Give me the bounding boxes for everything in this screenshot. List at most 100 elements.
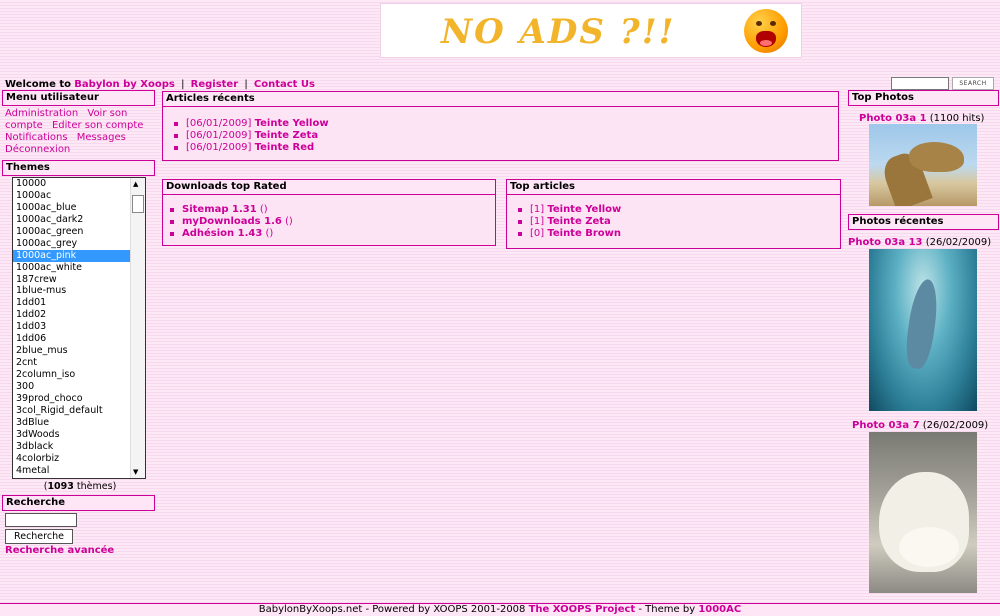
- theme-option[interactable]: 300: [13, 381, 145, 393]
- footer-powered: - Powered by XOOPS 2001-2008: [362, 604, 529, 615]
- search-input[interactable]: [5, 513, 77, 527]
- recent-articles-block: [06/01/2009] Teinte Yellow [06/01/2009] …: [162, 107, 839, 161]
- menu-editer-compte[interactable]: Editer son compte: [52, 120, 143, 131]
- list-item: Sitemap 1.31 (): [168, 204, 293, 216]
- themes-count-suffix: thèmes: [76, 481, 113, 492]
- search-button[interactable]: Recherche: [5, 529, 73, 544]
- camel-photo[interactable]: [869, 124, 977, 206]
- article-link[interactable]: Teinte Yellow: [547, 204, 621, 215]
- theme-option[interactable]: 39prod_choco: [13, 393, 145, 405]
- list-item: [1] Teinte Zeta: [516, 216, 621, 228]
- article-link[interactable]: Teinte Zeta: [255, 130, 318, 141]
- recent-articles-title: Articles récents: [162, 91, 839, 107]
- theme-option[interactable]: 2blue_mus: [13, 345, 145, 357]
- contact-link[interactable]: Contact Us: [254, 79, 315, 90]
- top-search-button[interactable]: SEARCH: [952, 77, 994, 90]
- theme-option[interactable]: 1000ac_grey: [13, 238, 145, 250]
- top-articles-title: Top articles: [506, 179, 841, 195]
- theme-author-link[interactable]: 1000AC: [698, 604, 741, 615]
- article-date: [06/01/2009]: [186, 118, 252, 129]
- site-link[interactable]: Babylon by Xoops: [74, 79, 175, 90]
- list-item: [0] Teinte Brown: [516, 228, 621, 240]
- theme-option[interactable]: 1000ac: [13, 190, 145, 202]
- welcome-bar: Welcome to Babylon by Xoops | Register |…: [5, 79, 316, 90]
- theme-option[interactable]: 1blue-mus: [13, 285, 145, 297]
- article-link[interactable]: Teinte Zeta: [547, 216, 610, 227]
- download-rating: (): [285, 216, 293, 227]
- themes-count: (1093 thèmes): [43, 481, 117, 492]
- photo-link[interactable]: Photo 03a 7: [852, 420, 920, 431]
- scroll-thumb[interactable]: [132, 195, 144, 213]
- themes-listbox[interactable]: 10000 1000ac 1000ac_blue 1000ac_dark2 1000ac…: [12, 177, 146, 479]
- download-link[interactable]: Sitemap 1.31: [182, 204, 257, 215]
- top-photos-title: Top Photos: [848, 90, 999, 106]
- user-menu: Administration Voir son compte Editer so…: [5, 108, 153, 156]
- theme-option[interactable]: 1000ac_pink: [13, 249, 145, 262]
- theme-option[interactable]: 2cnt: [13, 357, 145, 369]
- menu-messages[interactable]: Messages: [77, 132, 126, 143]
- banner-text: NO ADS ?!!: [441, 12, 676, 52]
- theme-option[interactable]: 1dd06: [13, 333, 145, 345]
- register-link[interactable]: Register: [191, 79, 239, 90]
- theme-option[interactable]: 1dd03: [13, 321, 145, 333]
- theme-option[interactable]: 1000ac_dark2: [13, 214, 145, 226]
- theme-option[interactable]: 4colorbiz: [13, 453, 145, 465]
- theme-option[interactable]: 1dd02: [13, 309, 145, 321]
- scroll-down-icon[interactable]: ▼: [133, 468, 138, 476]
- footer-theme-by: - Theme by: [635, 604, 699, 615]
- list-item: [06/01/2009] Teinte Red: [172, 142, 329, 154]
- search-title: Recherche: [2, 495, 155, 511]
- article-date: [06/01/2009]: [186, 130, 252, 141]
- list-item: myDownloads 1.6 (): [168, 216, 293, 228]
- download-rating: (): [259, 204, 268, 215]
- article-link[interactable]: Teinte Brown: [547, 228, 621, 239]
- list-item: [1] Teinte Yellow: [516, 204, 621, 216]
- article-link[interactable]: Teinte Yellow: [255, 118, 329, 129]
- download-link[interactable]: Adhésion 1.43: [182, 228, 262, 239]
- article-count: [1]: [530, 204, 545, 215]
- menu-notifications[interactable]: Notifications: [5, 132, 68, 143]
- photo-link[interactable]: Photo 03a 13: [848, 237, 923, 248]
- dolphin-photo[interactable]: [869, 249, 977, 411]
- themes-scrollbar[interactable]: ▲ ▼: [130, 178, 145, 478]
- list-item: [06/01/2009] Teinte Yellow: [172, 118, 329, 130]
- theme-option[interactable]: 1000ac_green: [13, 226, 145, 238]
- theme-option[interactable]: 1000ac_blue: [13, 202, 145, 214]
- footer-site: BabylonByXoops.net: [258, 604, 363, 615]
- list-item: [06/01/2009] Teinte Zeta: [172, 130, 329, 142]
- themes-count-number: 1093: [47, 481, 74, 492]
- photo-date: (26/02/2009): [925, 237, 992, 248]
- theme-option[interactable]: 3dblack: [13, 441, 145, 453]
- downloads-block: Sitemap 1.31 () myDownloads 1.6 () Adhés…: [162, 195, 496, 246]
- theme-option[interactable]: 187crew: [13, 274, 145, 286]
- themes-title: Themes: [2, 160, 155, 176]
- banner-ad[interactable]: NO ADS ?!!: [380, 3, 802, 58]
- recent-photo-caption: Photo 03a 13 (26/02/2009): [848, 237, 991, 248]
- downloads-title: Downloads top Rated: [162, 179, 496, 195]
- theme-option[interactable]: 3dBlue: [13, 417, 145, 429]
- theme-option[interactable]: 3col_Rigid_default: [13, 405, 145, 417]
- top-search-input[interactable]: [891, 77, 949, 90]
- scroll-up-icon[interactable]: ▲: [133, 180, 138, 188]
- advanced-search-link[interactable]: Recherche avancée: [5, 545, 114, 556]
- theme-option[interactable]: 2column_iso: [13, 369, 145, 381]
- theme-option[interactable]: 3dWoods: [13, 429, 145, 441]
- polar-bear-photo[interactable]: [869, 432, 977, 593]
- article-count: [0]: [530, 228, 545, 239]
- welcome-prefix: Welcome to: [5, 79, 72, 90]
- photo-link[interactable]: Photo 03a 1: [859, 113, 927, 124]
- photo-hits: (1100 hits): [929, 113, 985, 124]
- menu-deconnexion[interactable]: Déconnexion: [5, 144, 70, 155]
- theme-option[interactable]: 4metal: [13, 465, 145, 477]
- theme-option[interactable]: 1dd01: [13, 297, 145, 309]
- download-link[interactable]: myDownloads 1.6: [182, 216, 282, 227]
- article-link[interactable]: Teinte Red: [255, 142, 315, 153]
- article-date: [06/01/2009]: [186, 142, 252, 153]
- xoops-project-link[interactable]: The XOOPS Project: [529, 604, 636, 615]
- menu-administration[interactable]: Administration: [5, 108, 78, 119]
- theme-option[interactable]: 1000ac_white: [13, 262, 145, 274]
- download-rating: (): [265, 228, 274, 239]
- user-menu-title: Menu utilisateur: [2, 90, 155, 106]
- theme-option[interactable]: 10000: [13, 178, 145, 190]
- recent-photo-caption: Photo 03a 7 (26/02/2009): [852, 420, 988, 431]
